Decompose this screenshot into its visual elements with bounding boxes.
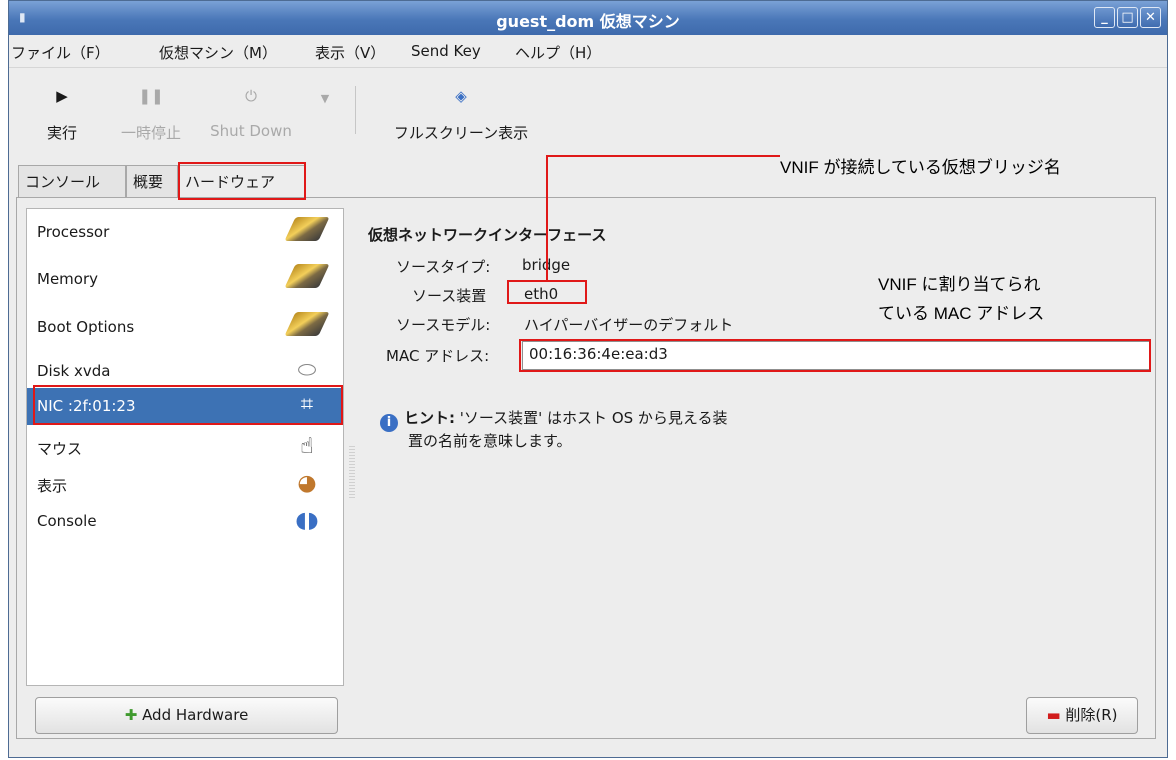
menu-view[interactable]: 表示（V）: [315, 42, 385, 63]
mac-callout-line-1: VNIF に割り当てられ: [878, 275, 1041, 294]
display-icon: ◕: [297, 471, 317, 496]
add-hardware-label: Add Hardware: [142, 706, 249, 724]
details-heading: 仮想ネットワークインターフェース: [368, 226, 607, 244]
run-button[interactable]: ▶ 実行: [27, 82, 97, 143]
console-icon: ◖◗: [295, 508, 319, 533]
hint-text-2: 置の名前を意味します。: [408, 432, 572, 450]
shutdown-menu-arrow[interactable]: ▼: [315, 92, 335, 105]
tab-console[interactable]: コンソール: [18, 165, 126, 197]
hint-title: ヒント:: [404, 409, 455, 427]
highlight-source-device: [507, 280, 587, 304]
window-title: guest_dom 仮想マシン: [496, 12, 680, 31]
source-model-value: ハイパーバイザーのデフォルト: [524, 316, 734, 334]
info-icon: i: [380, 414, 398, 432]
callout-line-vertical: [546, 155, 548, 282]
menu-bar: ファイル（F） 仮想マシン（M） 表示（V） Send Key ヘルプ（H）: [9, 35, 1167, 68]
chip-icon: [284, 312, 330, 342]
chip-icon: [284, 264, 330, 294]
chip-icon: [284, 217, 330, 247]
menu-virtual-machine[interactable]: 仮想マシン（M）: [159, 42, 277, 63]
menu-help[interactable]: ヘルプ（H）: [515, 42, 601, 63]
pause-icon: ❚❚: [138, 87, 164, 105]
hardware-item-processor[interactable]: Processor: [27, 211, 343, 255]
pane-resize-handle[interactable]: [349, 446, 355, 498]
remove-label: 削除(R): [1065, 706, 1118, 724]
minus-icon: ▬: [1046, 706, 1061, 724]
disk-icon: ⬭: [297, 358, 317, 383]
title-bar[interactable]: ▮ guest_dom 仮想マシン _ □ ✕: [9, 1, 1167, 35]
hardware-item-label: マウス: [37, 440, 83, 458]
add-icon: ✚: [124, 706, 138, 724]
hardware-item-boot-options[interactable]: Boot Options: [27, 306, 343, 350]
menu-send-key[interactable]: Send Key: [411, 42, 481, 60]
play-icon: ▶: [56, 87, 68, 105]
remove-button[interactable]: ▬ 削除(R): [1026, 697, 1138, 734]
callout-line-horizontal: [546, 155, 780, 157]
toolbar: ▶ 実行 ❚❚ 一時停止 ⏻ Shut Down ▼ ◈ フルスクリーン表示: [9, 68, 1167, 153]
shutdown-button[interactable]: ⏻ Shut Down: [201, 82, 301, 140]
source-device-label: ソース装置: [412, 287, 487, 305]
bridge-name-callout: VNIF が接続している仮想ブリッジ名: [780, 158, 1061, 177]
hardware-item-label: Disk xvda: [37, 362, 111, 380]
pause-button[interactable]: ❚❚ 一時停止: [111, 82, 191, 143]
fullscreen-button[interactable]: ◈ フルスクリーン表示: [371, 82, 551, 143]
hardware-item-label: Console: [37, 512, 97, 530]
power-icon: ⏻: [245, 87, 257, 105]
hardware-item-label: Memory: [37, 270, 99, 288]
hardware-list[interactable]: Processor Memory Boot Options Disk xvda …: [26, 208, 344, 686]
minimize-button[interactable]: _: [1094, 7, 1115, 28]
pause-label: 一時停止: [120, 124, 181, 142]
hardware-item-label: Processor: [37, 223, 110, 241]
hardware-item-console[interactable]: Console ◖◗: [27, 500, 343, 544]
shutdown-label: Shut Down: [210, 122, 292, 140]
tab-overview[interactable]: 概要: [126, 165, 178, 197]
highlight-hardware-tab: [178, 162, 306, 200]
hardware-item-label: 表示: [37, 477, 68, 495]
menu-file[interactable]: ファイル（F）: [11, 42, 110, 63]
source-type-label: ソースタイプ:: [396, 258, 491, 276]
hint-line-1: i ヒント: 'ソース装置' はホスト OS から見える装: [380, 407, 727, 432]
hint-text-1: 'ソース装置' はホスト OS から見える装: [459, 409, 728, 427]
highlight-nic-item: [33, 385, 343, 425]
maximize-button[interactable]: □: [1117, 7, 1138, 28]
close-button[interactable]: ✕: [1140, 7, 1161, 28]
chevron-down-icon: ▼: [320, 92, 330, 105]
hardware-item-label: Boot Options: [37, 318, 135, 336]
add-hardware-button[interactable]: ✚ Add Hardware: [35, 697, 338, 734]
source-model-label: ソースモデル:: [396, 316, 491, 334]
toolbar-separator: [355, 86, 356, 134]
run-label: 実行: [46, 124, 77, 142]
mouse-icon: ☝: [300, 434, 314, 459]
fullscreen-icon: ◈: [455, 87, 467, 105]
fullscreen-label: フルスクリーン表示: [393, 124, 529, 142]
hardware-item-memory[interactable]: Memory: [27, 258, 343, 302]
mac-callout-line-2: ている MAC アドレス: [878, 304, 1045, 323]
highlight-mac-field: [519, 339, 1151, 372]
mac-address-label: MAC アドレス:: [386, 347, 490, 365]
